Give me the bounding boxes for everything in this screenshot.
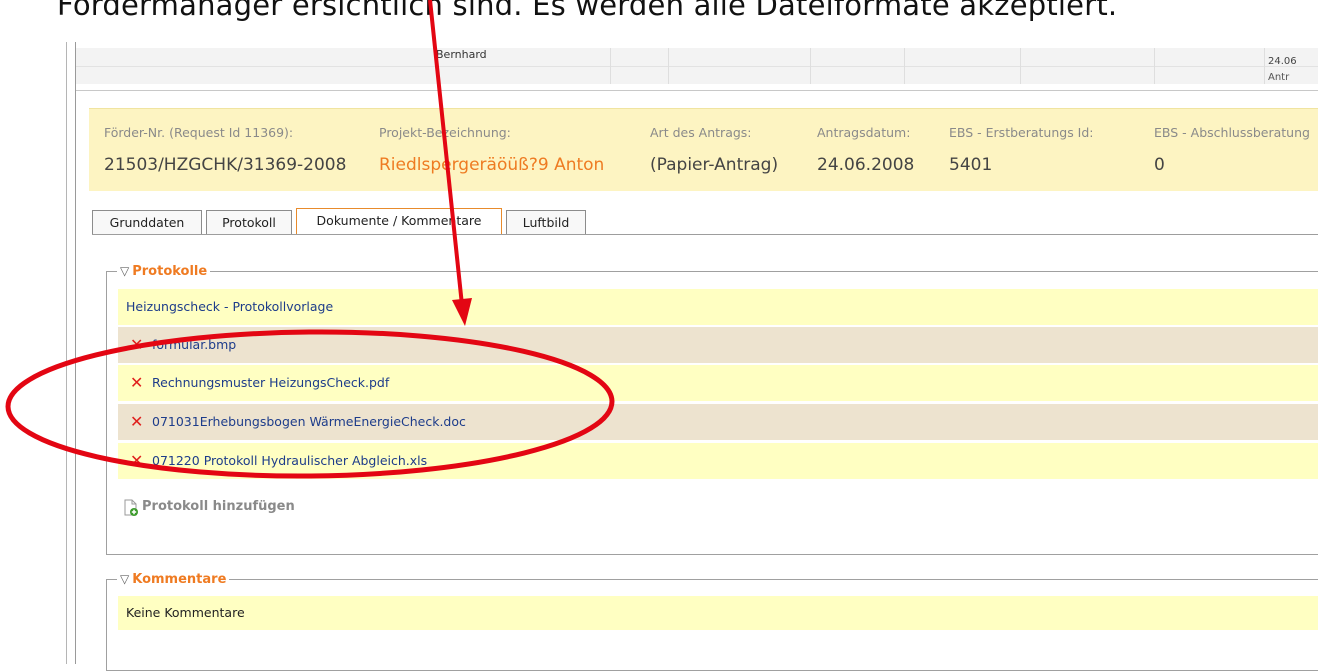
document-row: ✕ 071031Erhebungsbogen WärmeEnergieCheck…: [118, 404, 1318, 440]
collapse-triangle-icon[interactable]: ▽: [120, 264, 129, 278]
kommentare-legend-label: Kommentare: [132, 572, 227, 587]
header-value-art: (Papier-Antrag): [650, 155, 779, 175]
protocol-template-link[interactable]: Heizungscheck - Protokollvorlage: [126, 289, 333, 325]
document-link[interactable]: Rechnungsmuster HeizungsCheck.pdf: [152, 365, 389, 401]
header-value-ebs-erst: 5401: [949, 155, 993, 175]
close-x-icon[interactable]: ✕: [130, 365, 143, 401]
kommentare-legend[interactable]: ▽ Kommentare: [117, 570, 230, 589]
add-document-icon: [124, 499, 138, 516]
close-x-icon[interactable]: ✕: [130, 327, 143, 363]
document-link[interactable]: formular.bmp: [152, 327, 236, 363]
header-label-projekt: Projekt-Bezeichnung:: [379, 125, 511, 140]
protokolle-legend[interactable]: ▽ Protokolle: [117, 262, 211, 281]
background-name: Bernhard: [436, 48, 487, 61]
document-row: ✕ formular.bmp: [118, 327, 1318, 363]
header-label-art: Art des Antrags:: [650, 125, 752, 140]
comments-empty-row: Keine Kommentare: [118, 596, 1318, 630]
header-value-foerder-nr: 21503/HZGCHK/31369-2008: [104, 155, 347, 175]
document-link[interactable]: 071220 Protokoll Hydraulischer Abgleich.…: [152, 443, 427, 479]
background-status: Antr: [1268, 72, 1290, 83]
header-value-projekt: Riedlspergeräöüß?9 Anton: [379, 155, 605, 175]
protokolle-legend-label: Protokolle: [132, 264, 208, 279]
document-row: ✕ Rechnungsmuster HeizungsCheck.pdf: [118, 365, 1318, 401]
protocol-template-row[interactable]: Heizungscheck - Protokollvorlage: [118, 289, 1318, 325]
tab-grunddaten[interactable]: Grunddaten: [92, 210, 202, 235]
tab-protokoll[interactable]: Protokoll: [206, 210, 292, 235]
background-date: 24.06: [1268, 56, 1297, 67]
comments-empty-text: Keine Kommentare: [126, 605, 245, 620]
header-label-ebs-erst: EBS - Erstberatungs Id:: [949, 125, 1094, 140]
request-header: Förder-Nr. (Request Id 11369): 21503/HZG…: [89, 108, 1318, 191]
header-value-datum: 24.06.2008: [817, 155, 915, 175]
tab-luftbild[interactable]: Luftbild: [506, 210, 586, 235]
tab-baseline: [92, 234, 1318, 235]
instruction-caption: Fördermanager ersichtlich sind. Es werde…: [57, 0, 1118, 22]
close-x-icon[interactable]: ✕: [130, 404, 143, 440]
header-label-datum: Antragsdatum:: [817, 125, 911, 140]
collapse-triangle-icon[interactable]: ▽: [120, 572, 129, 586]
add-protocol-label: Protokoll hinzufügen: [142, 499, 295, 514]
document-link[interactable]: 071031Erhebungsbogen WärmeEnergieCheck.d…: [152, 404, 466, 440]
background-list-row: Bernhard 24.06 Antr: [76, 48, 1318, 84]
tab-dokumente-kommentare[interactable]: Dokumente / Kommentare: [296, 208, 502, 235]
header-label-ebs-abschluss: EBS - Abschlussberatung: [1154, 125, 1310, 140]
header-label-foerder-nr: Förder-Nr. (Request Id 11369):: [104, 125, 294, 140]
header-value-ebs-abschluss: 0: [1154, 155, 1165, 175]
window-edge: [66, 42, 67, 664]
close-x-icon[interactable]: ✕: [130, 443, 143, 479]
document-row: ✕ 071220 Protokoll Hydraulischer Abgleic…: [118, 443, 1318, 479]
